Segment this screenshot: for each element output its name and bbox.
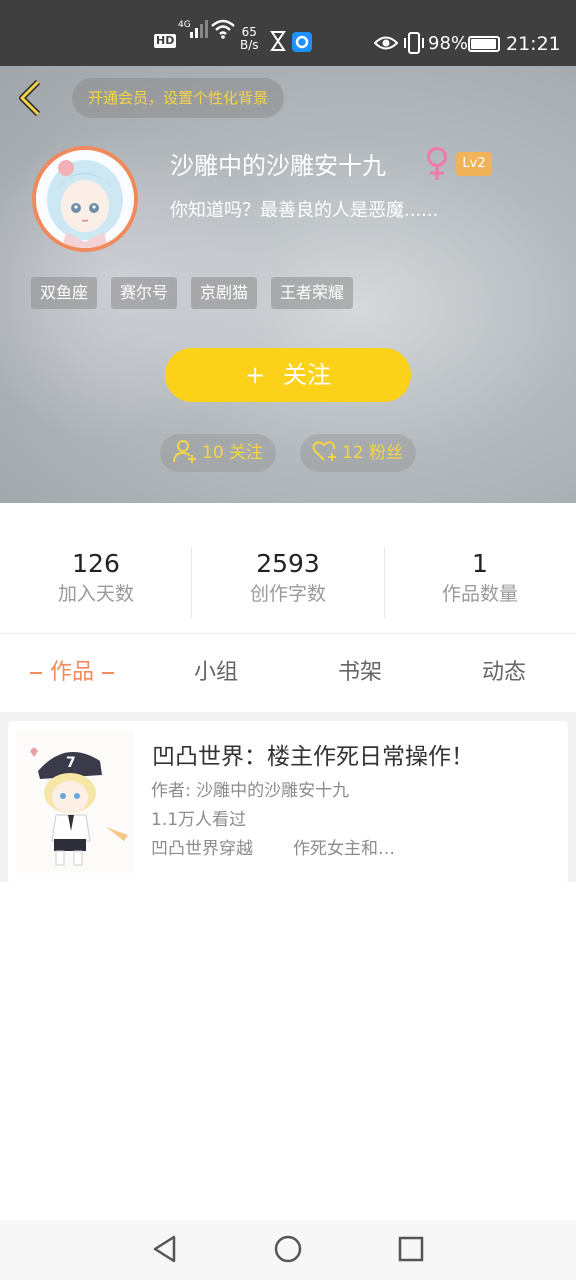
tab-groups[interactable]: 小组 <box>144 654 288 692</box>
level-badge: Lv2 <box>456 152 492 176</box>
stat-value: 1 <box>472 549 488 578</box>
tab-label: 作品 <box>49 660 94 685</box>
stat-label: 加入天数 <box>57 583 134 605</box>
following-count: 10 关注 <box>202 443 264 463</box>
back-button[interactable] <box>14 78 46 118</box>
work-views: 1.1万人看过 <box>151 810 247 830</box>
network-type: 4G <box>178 20 191 30</box>
following-count-button[interactable]: 10 关注 <box>160 434 276 472</box>
hourglass-icon <box>270 18 286 58</box>
book-cover: 7 <box>16 731 134 873</box>
work-tag: 作死女主和… <box>293 839 395 859</box>
work-tag: 凹凸世界穿越 <box>151 839 253 859</box>
work-card[interactable]: 7 凹凸世界：楼主作死日常操作！ 作者: 沙雕中的沙雕安十九 1.1万人看过 凹… <box>8 721 568 883</box>
cellular-signal-icon: 4G <box>178 18 208 46</box>
user-plus-icon <box>173 440 196 463</box>
female-icon <box>427 147 447 180</box>
follow-button-label: 关注 <box>283 361 332 389</box>
stat-word-count: 2593 创作字数 <box>192 548 384 608</box>
work-title: 凹凸世界：楼主作死日常操作！ <box>152 744 474 770</box>
profile-header: 开通会员，设置个性化背景 沙雕中的沙雕安十九 Lv2 你知道吗？最善良的人是恶魔… <box>0 66 576 503</box>
battery-icon <box>468 36 500 52</box>
book-cover-illustration: 7 <box>16 731 134 873</box>
stat-value: 2593 <box>256 549 320 578</box>
profile-tabs: 作品 小组 书架 动态 <box>0 634 576 712</box>
vip-background-prompt[interactable]: 开通会员，设置个性化背景 <box>72 78 285 118</box>
work-author: 作者: 沙雕中的沙雕安十九 <box>151 781 350 801</box>
tab-activity[interactable]: 动态 <box>432 654 576 692</box>
interest-tags: 双鱼座 赛尔号 京剧猫 王者荣耀 <box>31 277 354 309</box>
vibrate-icon <box>402 18 426 60</box>
wifi-icon <box>210 18 236 46</box>
nav-back-button[interactable] <box>150 1234 180 1264</box>
active-indicator <box>102 672 114 674</box>
username: 沙雕中的沙雕安十九 <box>170 152 386 180</box>
profile-stats: 126 加入天数 2593 创作字数 1 作品数量 <box>0 548 576 618</box>
avatar[interactable] <box>32 146 138 252</box>
network-speed-value: 65 <box>241 25 257 39</box>
system-nav-bar <box>0 1220 576 1280</box>
triangle-back-icon <box>153 1235 176 1263</box>
interest-tag[interactable]: 赛尔号 <box>111 277 178 309</box>
tab-works[interactable]: 作品 <box>0 654 144 692</box>
svg-text:7: 7 <box>66 755 76 771</box>
circle-home-icon <box>274 1235 302 1263</box>
user-bio: 你知道吗？最善良的人是恶魔...... <box>170 200 439 221</box>
heart-plus-icon <box>312 441 336 461</box>
stat-label: 作品数量 <box>441 583 518 605</box>
fans-count-button[interactable]: 12 粉丝 <box>300 434 416 472</box>
hd-indicator: HD <box>154 34 177 48</box>
stat-join-days: 126 加入天数 <box>0 548 192 608</box>
stat-label: 创作字数 <box>249 583 326 605</box>
interest-tag[interactable]: 王者荣耀 <box>271 277 354 309</box>
fans-count: 12 粉丝 <box>342 443 404 463</box>
eye-comfort-icon <box>373 18 399 60</box>
avatar-illustration <box>36 150 134 248</box>
clock: 21:21 <box>506 33 561 55</box>
stat-value: 126 <box>72 549 120 578</box>
active-indicator <box>29 672 42 674</box>
work-tags: 凹凸世界穿越 作死女主和… <box>151 837 435 861</box>
nav-home-button[interactable] <box>273 1234 303 1264</box>
follow-button[interactable]: + 关注 <box>165 348 411 402</box>
nav-recent-button[interactable] <box>396 1234 426 1264</box>
interest-tag[interactable]: 京剧猫 <box>191 277 258 309</box>
battery-percent: 98% <box>428 33 469 54</box>
network-speed: 65 B/s <box>240 26 259 52</box>
stat-works-count: 1 作品数量 <box>384 548 576 608</box>
app-notification-icon <box>292 32 312 52</box>
chevron-left-icon <box>19 79 41 117</box>
square-recent-icon <box>398 1236 424 1262</box>
status-bar: HD 4G 65 B/s 98% 21:21 <box>0 0 576 66</box>
tab-bookshelf[interactable]: 书架 <box>288 654 432 692</box>
plus-icon: + <box>244 361 266 389</box>
network-speed-unit: B/s <box>240 38 259 52</box>
interest-tag[interactable]: 双鱼座 <box>31 277 98 309</box>
